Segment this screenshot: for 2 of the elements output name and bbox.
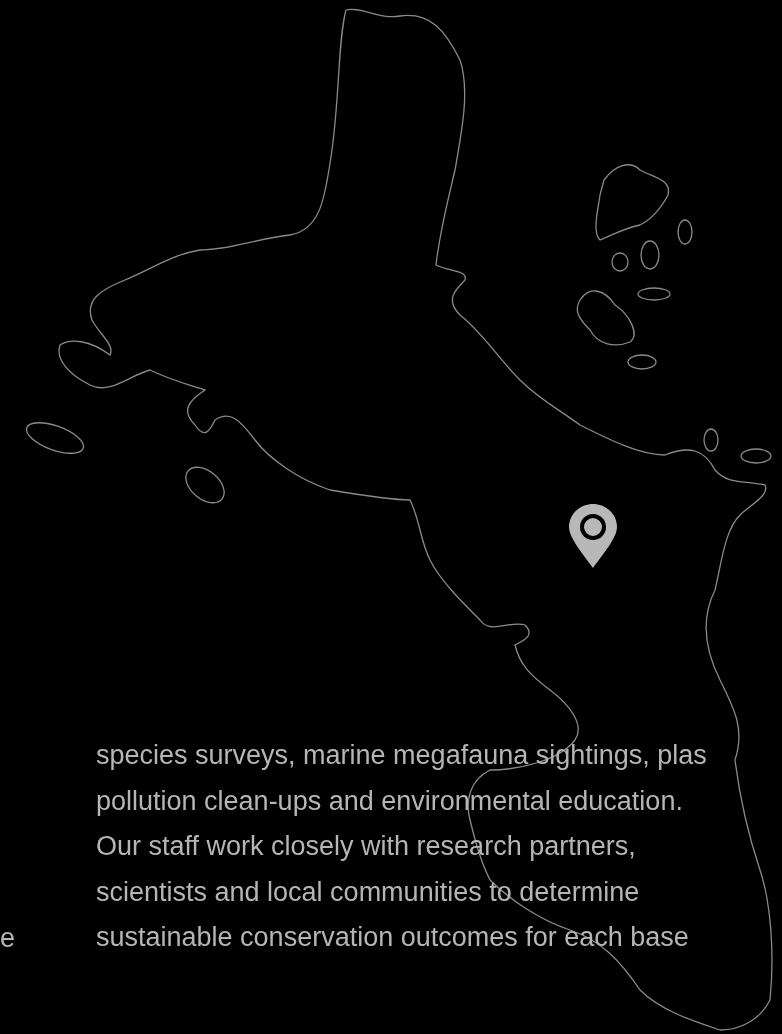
partial-text: e [0, 921, 16, 955]
map-pin-icon [569, 504, 617, 568]
